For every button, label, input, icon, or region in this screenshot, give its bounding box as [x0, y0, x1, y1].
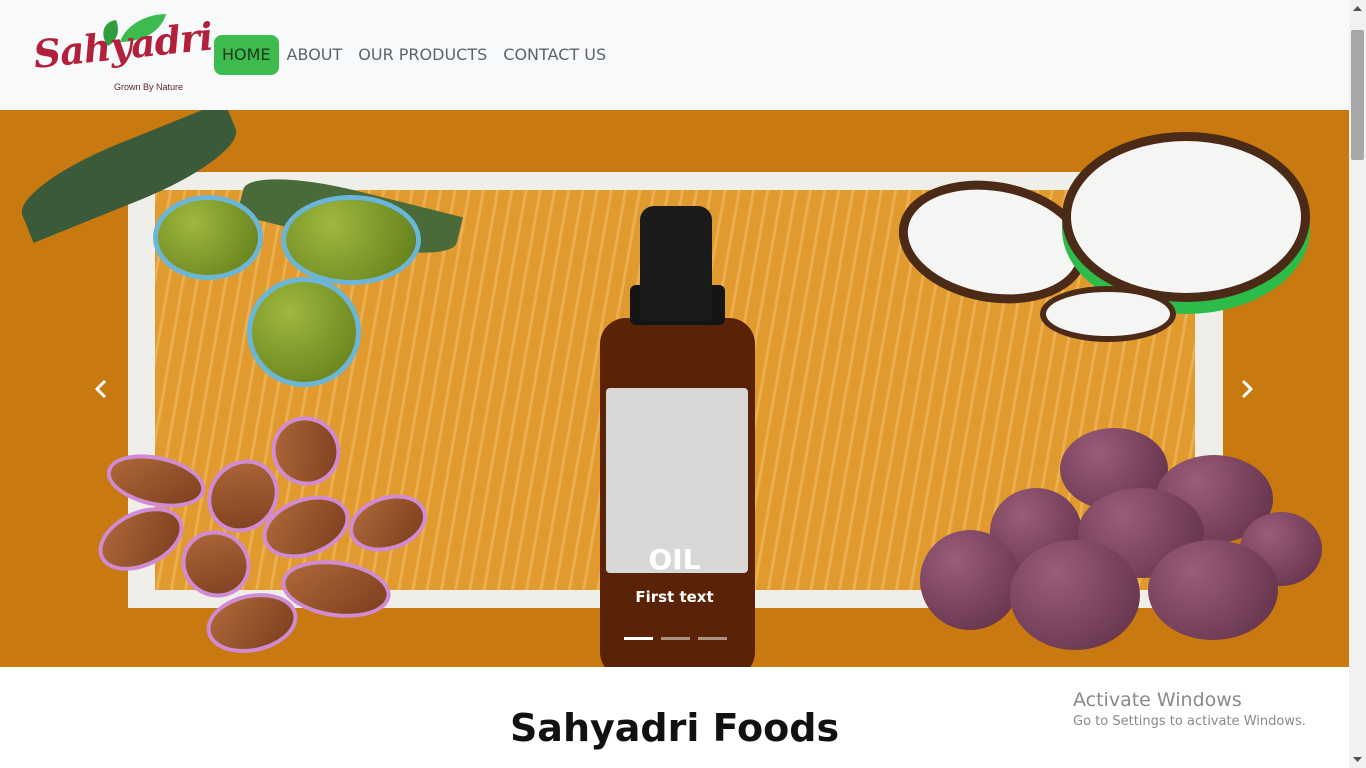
olive [158, 200, 258, 275]
carousel-indicators [624, 637, 727, 640]
scroll-up-arrow-icon[interactable] [1351, 2, 1364, 16]
nav-home[interactable]: HOME [214, 35, 279, 75]
brand-tagline: Grown By Nature [114, 82, 184, 92]
nav-contact-us[interactable]: CONTACT US [495, 35, 614, 75]
carousel-indicator-1[interactable] [624, 637, 653, 640]
brand-logo[interactable]: Sahyadri Grown By Nature [31, 12, 214, 96]
slide-caption-text: First text [635, 588, 714, 606]
chevron-right-icon [1241, 379, 1254, 399]
olive [252, 282, 356, 382]
brand-wordmark: Sahyadri [31, 13, 215, 78]
coconut-piece [1040, 286, 1176, 342]
navbar: Sahyadri Grown By Nature HOME ABOUT OUR … [0, 0, 1349, 110]
nav-about[interactable]: ABOUT [279, 35, 351, 75]
carousel-prev-button[interactable] [86, 372, 116, 406]
nav-our-products[interactable]: OUR PRODUCTS [350, 35, 495, 75]
chevron-left-icon [94, 379, 107, 399]
scrollbar-thumb[interactable] [1351, 30, 1364, 160]
olive [286, 200, 416, 280]
carousel-indicator-2[interactable] [661, 637, 690, 640]
main-nav: HOME ABOUT OUR PRODUCTS CONTACT US [214, 35, 614, 75]
carousel-indicator-3[interactable] [698, 637, 727, 640]
scroll-down-arrow-icon[interactable] [1351, 752, 1364, 766]
watermark-subtitle: Go to Settings to activate Windows. [1073, 714, 1306, 729]
slide-caption-title: OIL [648, 543, 701, 576]
dropper-cap [640, 206, 712, 321]
windows-activation-watermark: Activate Windows Go to Settings to activ… [1073, 689, 1306, 729]
carousel-next-button[interactable] [1232, 372, 1262, 406]
watermark-title: Activate Windows [1073, 689, 1242, 711]
coconut-half [1062, 132, 1310, 302]
hero-carousel[interactable]: OIL First text [0, 110, 1349, 667]
